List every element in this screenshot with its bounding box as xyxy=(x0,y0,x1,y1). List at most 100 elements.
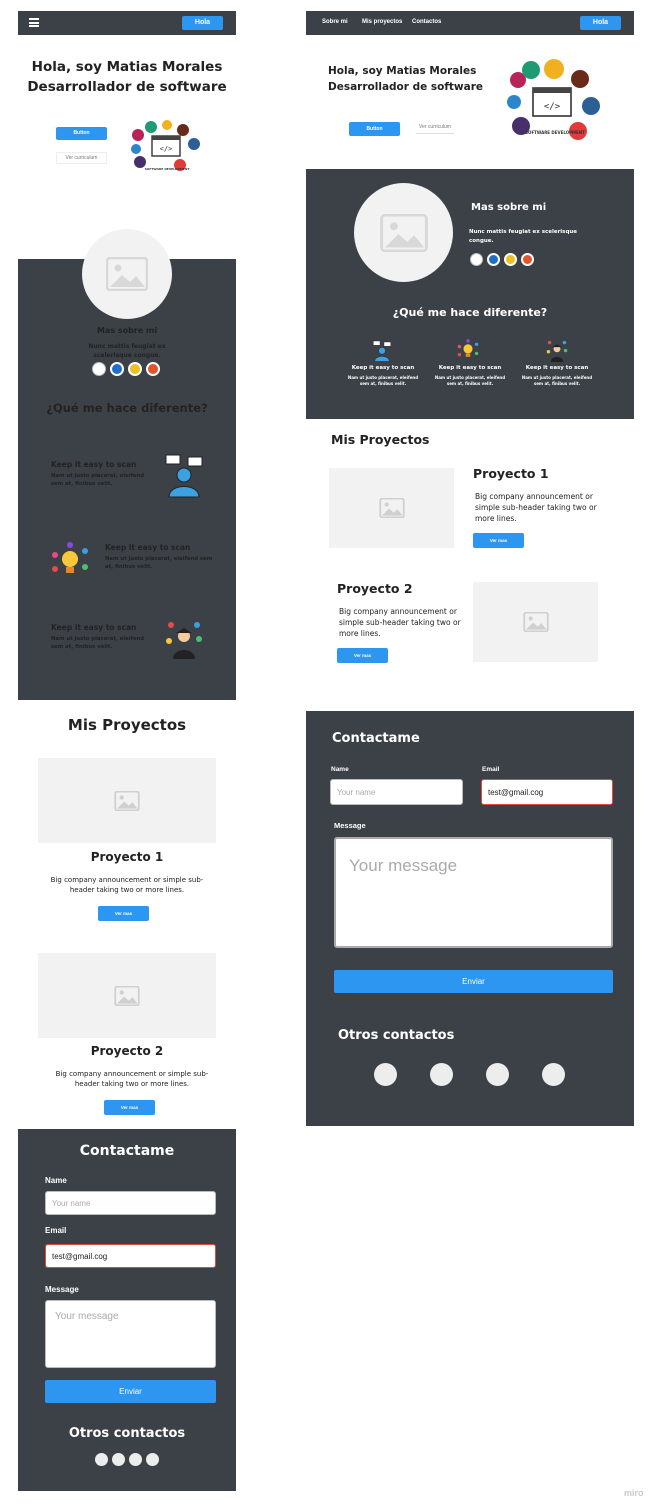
profile-photo xyxy=(354,183,453,282)
email-label: Email xyxy=(482,766,500,773)
message-label: Message xyxy=(45,1285,79,1294)
contact-title: Contactame xyxy=(332,731,420,746)
nav-link-sobre-mi[interactable]: Sobre mi xyxy=(322,19,348,25)
diff-title: ¿Qué me hace diferente? xyxy=(392,306,548,319)
message-textarea[interactable]: Your message xyxy=(45,1300,216,1368)
project-1-button[interactable]: Ver mas xyxy=(473,533,524,548)
nav-link-contactos[interactable]: Contactos xyxy=(412,19,441,25)
feature-text: Nam ut justo placerat, eleifend sem at, … xyxy=(105,556,213,570)
feature-1: Keep it easy to scan Nam ut justo placer… xyxy=(51,460,156,488)
about-text: Nunc mattis feugiat ex scelerisque congu… xyxy=(469,229,578,244)
hero-curriculum-link[interactable]: Ver curriculum xyxy=(416,124,454,134)
name-input[interactable]: Your name xyxy=(330,779,463,805)
miro-watermark: miro xyxy=(624,1488,644,1498)
projects-title: Mis Proyectos xyxy=(331,432,430,447)
project-2-image xyxy=(38,953,216,1038)
graduate-icon xyxy=(163,617,205,659)
feature-title: Keep it easy to scan xyxy=(105,543,191,552)
image-placeholder-icon xyxy=(378,498,405,518)
feature-text: Nam ut justo placerat, eleifend sem at, … xyxy=(521,375,593,386)
contact-title: Contactame xyxy=(79,1143,175,1159)
hamburger-icon[interactable] xyxy=(29,18,39,27)
project-1-image xyxy=(329,468,454,548)
others-title: Otros contactos xyxy=(338,1028,455,1043)
feature-2: Keep it easy to scan Nam ut justo placer… xyxy=(431,365,509,387)
profile-photo xyxy=(82,229,172,319)
feature-text: Nam ut justo placerat, eleifend sem at, … xyxy=(51,636,145,650)
social-icons xyxy=(374,1063,568,1087)
feature-text: Nam ut justo placerat, eleifend sem at, … xyxy=(347,375,419,386)
feature-title: Keep it easy to scan xyxy=(438,365,502,371)
js-icon xyxy=(470,253,483,266)
message-textarea[interactable]: Your message xyxy=(334,837,613,948)
name-label: Name xyxy=(331,766,349,773)
others-title: Otros contactos xyxy=(68,1426,186,1441)
about-text: Nunc mattis feugiat ex scelerisque congu… xyxy=(88,343,166,359)
project-1-button[interactable]: Ver mas xyxy=(98,906,149,921)
svg-text:</>: </> xyxy=(544,102,561,112)
image-placeholder-icon xyxy=(522,612,549,632)
js-icon xyxy=(92,362,106,376)
tech-icons xyxy=(470,253,538,267)
idea-bulb-icon xyxy=(456,338,480,362)
software-development-graphic: </> SOFTWARE DEVELOPMENT xyxy=(505,58,603,144)
graduate-icon xyxy=(545,338,569,362)
social-icons xyxy=(95,1453,159,1467)
project-2-button[interactable]: Ver mas xyxy=(104,1100,155,1115)
about-title: Mas sobre mi xyxy=(471,202,547,213)
feature-3: Keep it easy to scan Nam ut justo placer… xyxy=(51,623,156,651)
diff-title: ¿Qué me hace diferente? xyxy=(46,401,208,415)
nav-cta-button[interactable]: Hola xyxy=(580,16,621,30)
nav-link-proyectos[interactable]: Mis proyectos xyxy=(362,19,402,25)
hero-primary-button[interactable]: Button xyxy=(349,122,400,136)
social-icon[interactable] xyxy=(486,1063,509,1086)
submit-button[interactable]: Enviar xyxy=(334,970,613,993)
software-development-graphic: </> SOFTWARE DEVELOPMENT xyxy=(130,118,204,176)
email-input[interactable]: test@gmail.cog xyxy=(45,1244,216,1268)
html-icon xyxy=(146,362,160,376)
svg-text:SOFTWARE DEVELOPMENT: SOFTWARE DEVELOPMENT xyxy=(145,167,191,171)
social-icon[interactable] xyxy=(95,1453,108,1466)
name-input[interactable]: Your name xyxy=(45,1191,216,1215)
feature-text: Nam ut justo placerat, eleifend sem at, … xyxy=(51,473,145,487)
js-badge-icon xyxy=(504,253,517,266)
feature-3: Keep it easy to scan Nam ut justo placer… xyxy=(518,365,596,387)
social-icon[interactable] xyxy=(374,1063,397,1086)
about-title: Mas sobre mi xyxy=(96,326,158,335)
email-label: Email xyxy=(45,1226,67,1235)
people-chat-icon xyxy=(163,453,205,498)
project-2-desc: Big company announcement or simple sub-h… xyxy=(339,607,461,638)
feature-text: Nam ut justo placerat, eleifend sem at, … xyxy=(434,375,506,386)
feature-title: Keep it easy to scan xyxy=(525,365,589,371)
project-2-name: Proyecto 2 xyxy=(337,581,413,596)
feature-2: Keep it easy to scan Nam ut justo placer… xyxy=(105,543,215,571)
nav-cta-button[interactable]: Hola xyxy=(182,16,223,30)
social-icon[interactable] xyxy=(542,1063,565,1086)
image-placeholder-icon xyxy=(114,985,140,1006)
image-placeholder-icon xyxy=(106,257,148,291)
email-input[interactable]: test@gmail.cog xyxy=(481,779,613,805)
feature-title: Keep it easy to scan xyxy=(51,460,137,469)
feature-title: Keep it easy to scan xyxy=(351,365,415,371)
idea-bulb-icon xyxy=(49,541,91,581)
project-1-name: Proyecto 1 xyxy=(90,850,164,864)
hero-primary-button[interactable]: Button xyxy=(56,127,107,140)
social-icon[interactable] xyxy=(129,1453,142,1466)
social-icon[interactable] xyxy=(112,1453,125,1466)
hero-curriculum-link[interactable]: Ver curriculum xyxy=(56,152,107,164)
projects-title: Mis Proyectos xyxy=(67,716,187,734)
social-icon[interactable] xyxy=(146,1453,159,1466)
project-2-button[interactable]: Ver mas xyxy=(337,648,388,663)
submit-button[interactable]: Enviar xyxy=(45,1380,216,1403)
message-label: Message xyxy=(334,821,366,830)
html-icon xyxy=(521,253,534,266)
hero-title: Hola, soy Matias Morales Desarrollador d… xyxy=(27,59,227,95)
name-label: Name xyxy=(45,1176,67,1185)
image-placeholder-icon xyxy=(379,213,428,252)
project-2-desc: Big company announcement or simple sub-h… xyxy=(55,1070,209,1088)
css-icon xyxy=(110,362,124,376)
project-2-image xyxy=(473,582,598,662)
svg-text:SOFTWARE DEVELOPMENT: SOFTWARE DEVELOPMENT xyxy=(525,130,585,135)
js-badge-icon xyxy=(128,362,142,376)
social-icon[interactable] xyxy=(430,1063,453,1086)
